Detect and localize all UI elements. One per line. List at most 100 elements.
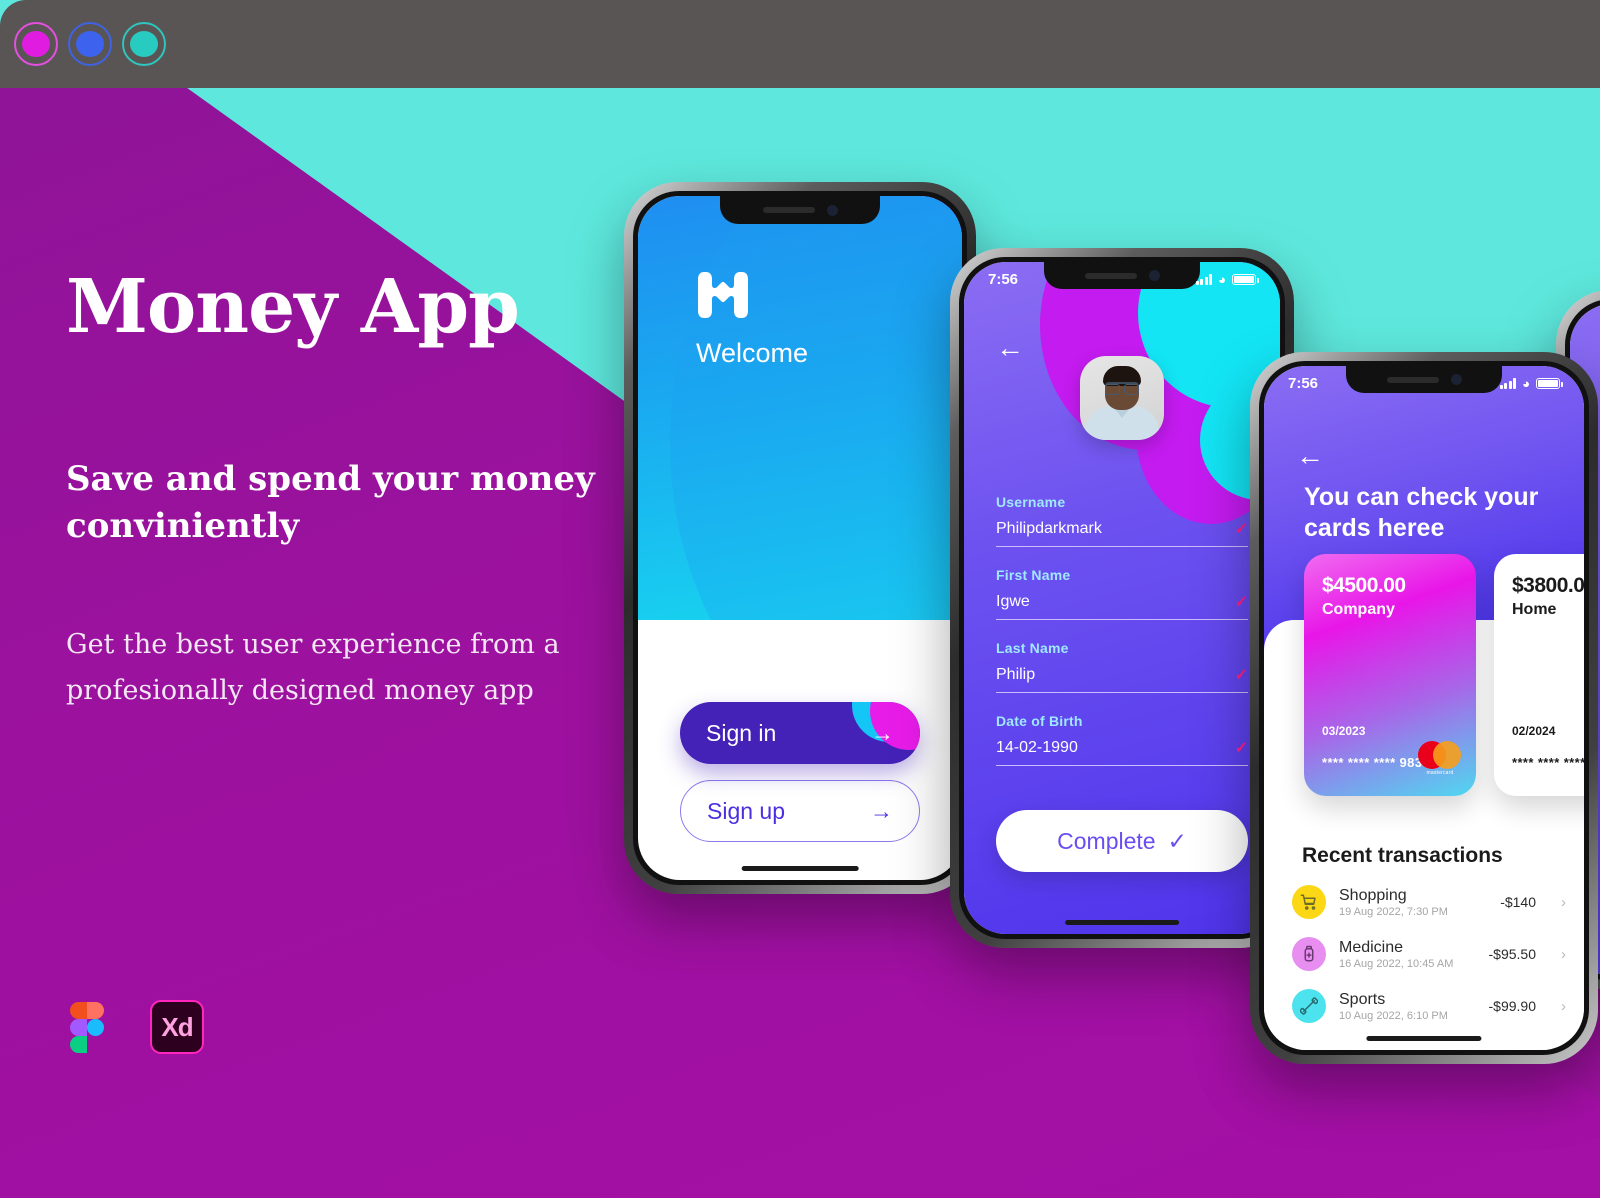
field-username[interactable]: Username Philipdarkmark ✓: [996, 494, 1248, 547]
adobe-xd-icon: Xd: [150, 1000, 204, 1054]
phone-mockup-profile: 7:56 ◕ ← Username Philipdarkmark ✓ First…: [950, 248, 1294, 948]
welcome-label: Welcome: [696, 338, 809, 368]
status-indicators: ◕: [1195, 272, 1259, 287]
card-owner: Home: [1512, 601, 1557, 618]
home-indicator: [741, 866, 859, 871]
transaction-date: 16 Aug 2022, 10:45 AM: [1339, 957, 1454, 970]
cart-icon: [1292, 885, 1326, 919]
profile-form: Username Philipdarkmark ✓ First Name Igw…: [964, 494, 1280, 786]
complete-label: Complete: [1057, 827, 1156, 854]
hero-body: Get the best user experience from a prof…: [66, 628, 560, 707]
check-icon: ✓: [1234, 521, 1248, 538]
field-label: First Name: [996, 567, 1071, 583]
check-icon: ✓: [1234, 594, 1248, 611]
transaction-name: Shopping: [1339, 886, 1407, 904]
transaction-row[interactable]: Shopping 19 Aug 2022, 7:30 PM -$140 ›: [1292, 876, 1566, 928]
field-label: Username: [996, 494, 1066, 510]
welcome-screen: Welcome Sign in → Sign up →: [638, 196, 962, 880]
status-bar: 7:56 ◕: [1264, 375, 1584, 392]
card-number: **** **** **** 9834: [1322, 755, 1431, 770]
check-icon: ✓: [1234, 740, 1248, 757]
transactions-header: Recent transactions: [1302, 844, 1503, 867]
transaction-amount: -$99.90: [1488, 998, 1536, 1014]
window-controls: [14, 22, 166, 66]
arrow-right-icon: →: [871, 719, 894, 746]
wifi-icon: ◕: [1218, 272, 1226, 287]
money-app-logo-icon: [698, 272, 748, 318]
card-amount: $4500.00: [1322, 574, 1406, 597]
sign-up-button[interactable]: Sign up →: [680, 780, 920, 842]
sign-in-button[interactable]: Sign in →: [680, 702, 920, 764]
check-icon: ✓: [1234, 667, 1248, 684]
phone-mockup-welcome: Welcome Sign in → Sign up →: [624, 182, 976, 894]
field-value: Igwe: [996, 593, 1030, 610]
battery-icon: [1232, 274, 1259, 285]
blue-arc: [670, 196, 962, 621]
field-value: Philip: [996, 666, 1036, 683]
notch: [720, 196, 880, 224]
field-date-of-birth[interactable]: Date of Birth 14-02-1990 ✓: [996, 713, 1248, 766]
hero-subtitle: Save and spend your money conviniently: [66, 459, 595, 546]
avatar: [1080, 356, 1164, 440]
card-owner: Company: [1322, 601, 1395, 618]
glasses-icon: [1105, 382, 1139, 395]
wifi-icon: ◕: [1522, 376, 1530, 391]
cards-carousel[interactable]: $4500.00 Company 03/2023 **** **** **** …: [1264, 554, 1584, 796]
sign-in-label: Sign in: [706, 719, 777, 746]
signal-icon: [1499, 378, 1517, 389]
payment-card[interactable]: $3800.00 Home 02/2024 **** **** **** 567: [1494, 554, 1584, 796]
mastercard-icon: mastercard: [1418, 741, 1462, 776]
card-expiry: 03/2023: [1322, 724, 1366, 738]
auth-buttons: Sign in → Sign up →: [638, 702, 962, 842]
status-time: 7:56: [988, 271, 1019, 288]
welcome-hero-panel: [638, 196, 962, 621]
complete-button[interactable]: Complete ✓: [996, 810, 1248, 872]
field-label: Last Name: [996, 640, 1069, 656]
home-indicator: [1065, 920, 1179, 925]
transaction-amount: -$140: [1500, 894, 1536, 910]
tool-logos: Xd: [70, 1000, 204, 1054]
field-value: Philipdarkmark: [996, 520, 1102, 537]
card-amount: $3800.00: [1512, 574, 1584, 597]
camera-icon: [826, 204, 838, 216]
transaction-name: Medicine: [1339, 938, 1404, 956]
transactions-list: Shopping 19 Aug 2022, 7:30 PM -$140 › Me…: [1292, 876, 1566, 1032]
transaction-name: Sports: [1339, 990, 1386, 1008]
dumbbell-icon: [1292, 989, 1326, 1023]
back-button[interactable]: ←: [1296, 442, 1324, 470]
status-time: 7:56: [1288, 375, 1319, 392]
mastercard-label: mastercard: [1426, 770, 1454, 776]
earpiece-icon: [762, 207, 815, 213]
blue-dot[interactable]: [68, 22, 112, 66]
medicine-icon: [1292, 937, 1326, 971]
transaction-row[interactable]: Medicine 16 Aug 2022, 10:45 AM -$95.50 ›: [1292, 928, 1566, 980]
field-first-name[interactable]: First Name Igwe ✓: [996, 567, 1248, 620]
profile-screen: 7:56 ◕ ← Username Philipdarkmark ✓ First…: [964, 262, 1280, 934]
transaction-date: 19 Aug 2022, 7:30 PM: [1339, 905, 1448, 918]
window-title-bar: [0, 0, 1600, 88]
cards-title: You can check your cards heree: [1304, 483, 1539, 543]
hero-copy: Money App Save and spend your money conv…: [66, 270, 686, 715]
field-last-name[interactable]: Last Name Philip ✓: [996, 640, 1248, 693]
status-indicators: ◕: [1499, 376, 1563, 391]
page-title: Money App: [66, 264, 520, 350]
card-expiry: 02/2024: [1512, 724, 1556, 738]
chevron-right-icon[interactable]: ›: [1561, 946, 1566, 963]
card-number: **** **** **** 567: [1512, 755, 1584, 770]
chevron-right-icon[interactable]: ›: [1561, 998, 1566, 1015]
status-bar: 7:56 ◕: [964, 271, 1280, 288]
home-indicator: [1366, 1036, 1482, 1041]
chevron-right-icon[interactable]: ›: [1561, 894, 1566, 911]
payment-card[interactable]: $4500.00 Company 03/2023 **** **** **** …: [1304, 554, 1476, 796]
phone-mockup-cards: 7:56 ◕ ← You can check your cards heree …: [1250, 352, 1598, 1064]
arrow-right-icon: →: [870, 797, 893, 824]
transaction-row[interactable]: Sports 10 Aug 2022, 6:10 PM -$99.90 ›: [1292, 980, 1566, 1032]
back-button[interactable]: ←: [996, 334, 1024, 362]
battery-icon: [1536, 378, 1563, 389]
figma-icon: [70, 1002, 104, 1053]
field-label: Date of Birth: [996, 713, 1083, 729]
cards-screen: 7:56 ◕ ← You can check your cards heree …: [1264, 366, 1584, 1050]
magenta-dot[interactable]: [14, 22, 58, 66]
sign-up-label: Sign up: [707, 797, 786, 824]
teal-dot[interactable]: [122, 22, 166, 66]
